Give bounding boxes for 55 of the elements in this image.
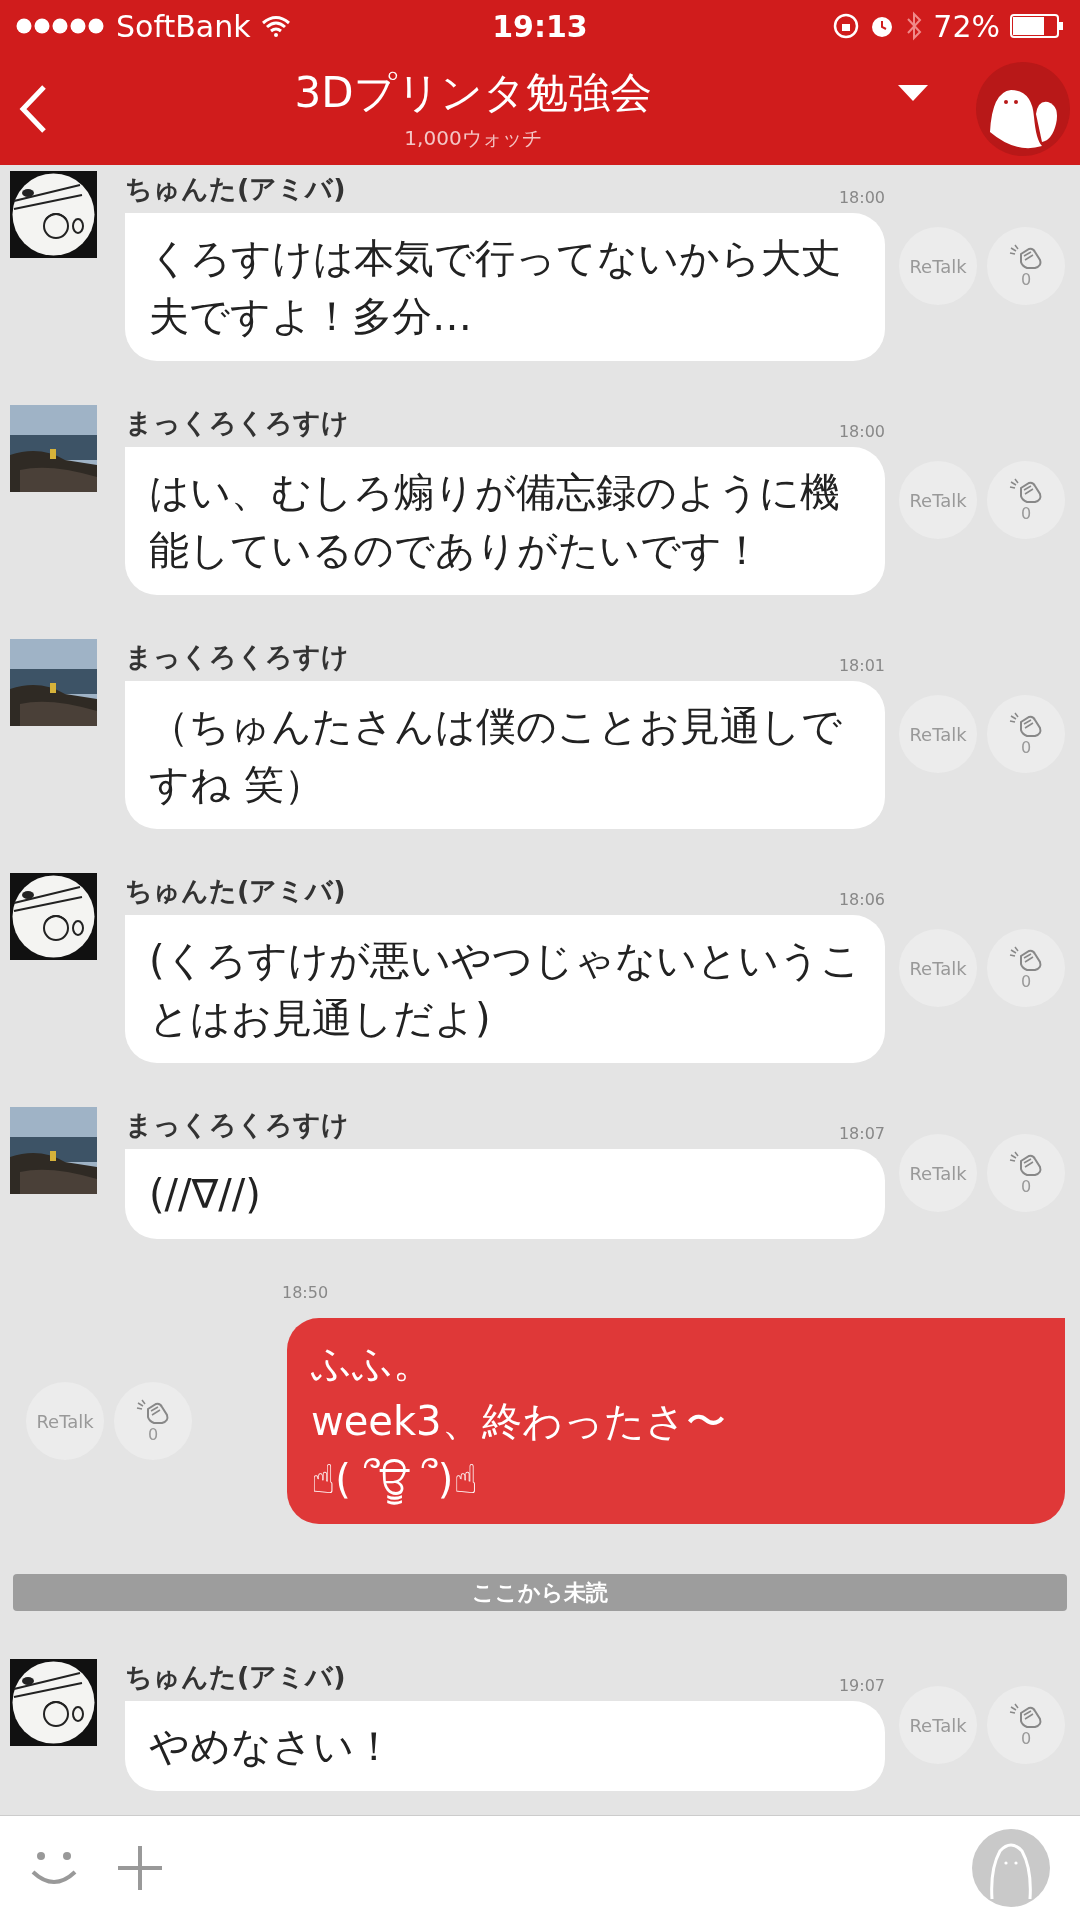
clap-button[interactable]: 0 <box>987 461 1065 539</box>
message-time: 18:50 <box>282 1283 329 1302</box>
clap-icon <box>1009 711 1043 738</box>
dropdown-icon[interactable] <box>898 84 928 103</box>
message-bubble: はい、むしろ煽りが備忘録のように機能しているのでありがたいです！ <box>125 447 885 595</box>
signal-icon <box>16 18 106 34</box>
clap-button[interactable]: 0 <box>987 1686 1065 1764</box>
rotation-lock-icon <box>833 13 860 39</box>
retalk-button[interactable]: ReTalk <box>899 461 977 539</box>
message-time: 18:00 <box>838 188 885 207</box>
battery-percent: 72% <box>933 8 1000 44</box>
message-time: 18:07 <box>838 1124 885 1143</box>
group-title: 3Dプリンタ勉強会 <box>294 67 652 119</box>
bluetooth-icon <box>905 11 924 41</box>
clap-icon <box>1009 1702 1043 1729</box>
retalk-button[interactable]: ReTalk <box>899 1686 977 1764</box>
message-bubble: （ちゅんたさんは僕のことお見通しですね 笑） <box>125 681 885 829</box>
plus-icon[interactable] <box>118 1846 162 1890</box>
wifi-icon <box>260 15 291 37</box>
retalk-button[interactable]: ReTalk <box>26 1382 104 1460</box>
message-time: 18:00 <box>838 422 885 441</box>
retalk-button[interactable]: ReTalk <box>899 227 977 305</box>
message-bubble: (くろすけが悪いやつじゃないということはお見通しだよ) <box>125 915 885 1063</box>
back-icon[interactable] <box>18 83 48 134</box>
message-time: 18:06 <box>838 890 885 909</box>
clap-icon <box>1009 477 1043 504</box>
message-bubble: くろすけは本気で行ってないから大丈夫ですよ！多分… <box>125 213 885 361</box>
clap-button[interactable]: 0 <box>987 1134 1065 1212</box>
status-time: 19:13 <box>492 8 588 44</box>
clap-button[interactable]: 0 <box>987 227 1065 305</box>
message-time: 19:07 <box>838 1676 885 1695</box>
sender-name: まっくろくろすけ <box>125 1108 349 1142</box>
sender-name: ちゅんた(アミバ) <box>125 1660 346 1694</box>
message-bubble: やめなさい！ <box>125 1701 885 1791</box>
retalk-button[interactable]: ReTalk <box>899 695 977 773</box>
clap-button[interactable]: 0 <box>987 929 1065 1007</box>
clap-icon <box>1009 945 1043 972</box>
carrier-name: SoftBank <box>116 8 251 44</box>
sender-name: まっくろくろすけ <box>125 406 349 440</box>
watch-count: 1,000ウォッチ <box>404 125 542 152</box>
clap-icon <box>1009 1150 1043 1177</box>
message-time: 18:01 <box>838 656 885 675</box>
clap-icon <box>136 1398 170 1425</box>
retalk-button[interactable]: ReTalk <box>899 929 977 1007</box>
sender-name: ちゅんた(アミバ) <box>125 874 346 908</box>
retalk-button[interactable]: ReTalk <box>899 1134 977 1212</box>
battery-icon <box>1010 14 1064 38</box>
message-bubble: ふふ。 week3、終わったさ〜 ☝( ՞ਊ ՞)☝ <box>287 1318 1065 1524</box>
sender-name: まっくろくろすけ <box>125 640 349 674</box>
clap-button[interactable]: 0 <box>114 1382 192 1460</box>
clap-icon <box>1009 243 1043 270</box>
sender-name: ちゅんた(アミバ) <box>125 172 346 206</box>
clap-button[interactable]: 0 <box>987 695 1065 773</box>
group-avatar-icon[interactable] <box>976 61 1070 156</box>
message-bubble: (//∇//) <box>125 1149 885 1239</box>
